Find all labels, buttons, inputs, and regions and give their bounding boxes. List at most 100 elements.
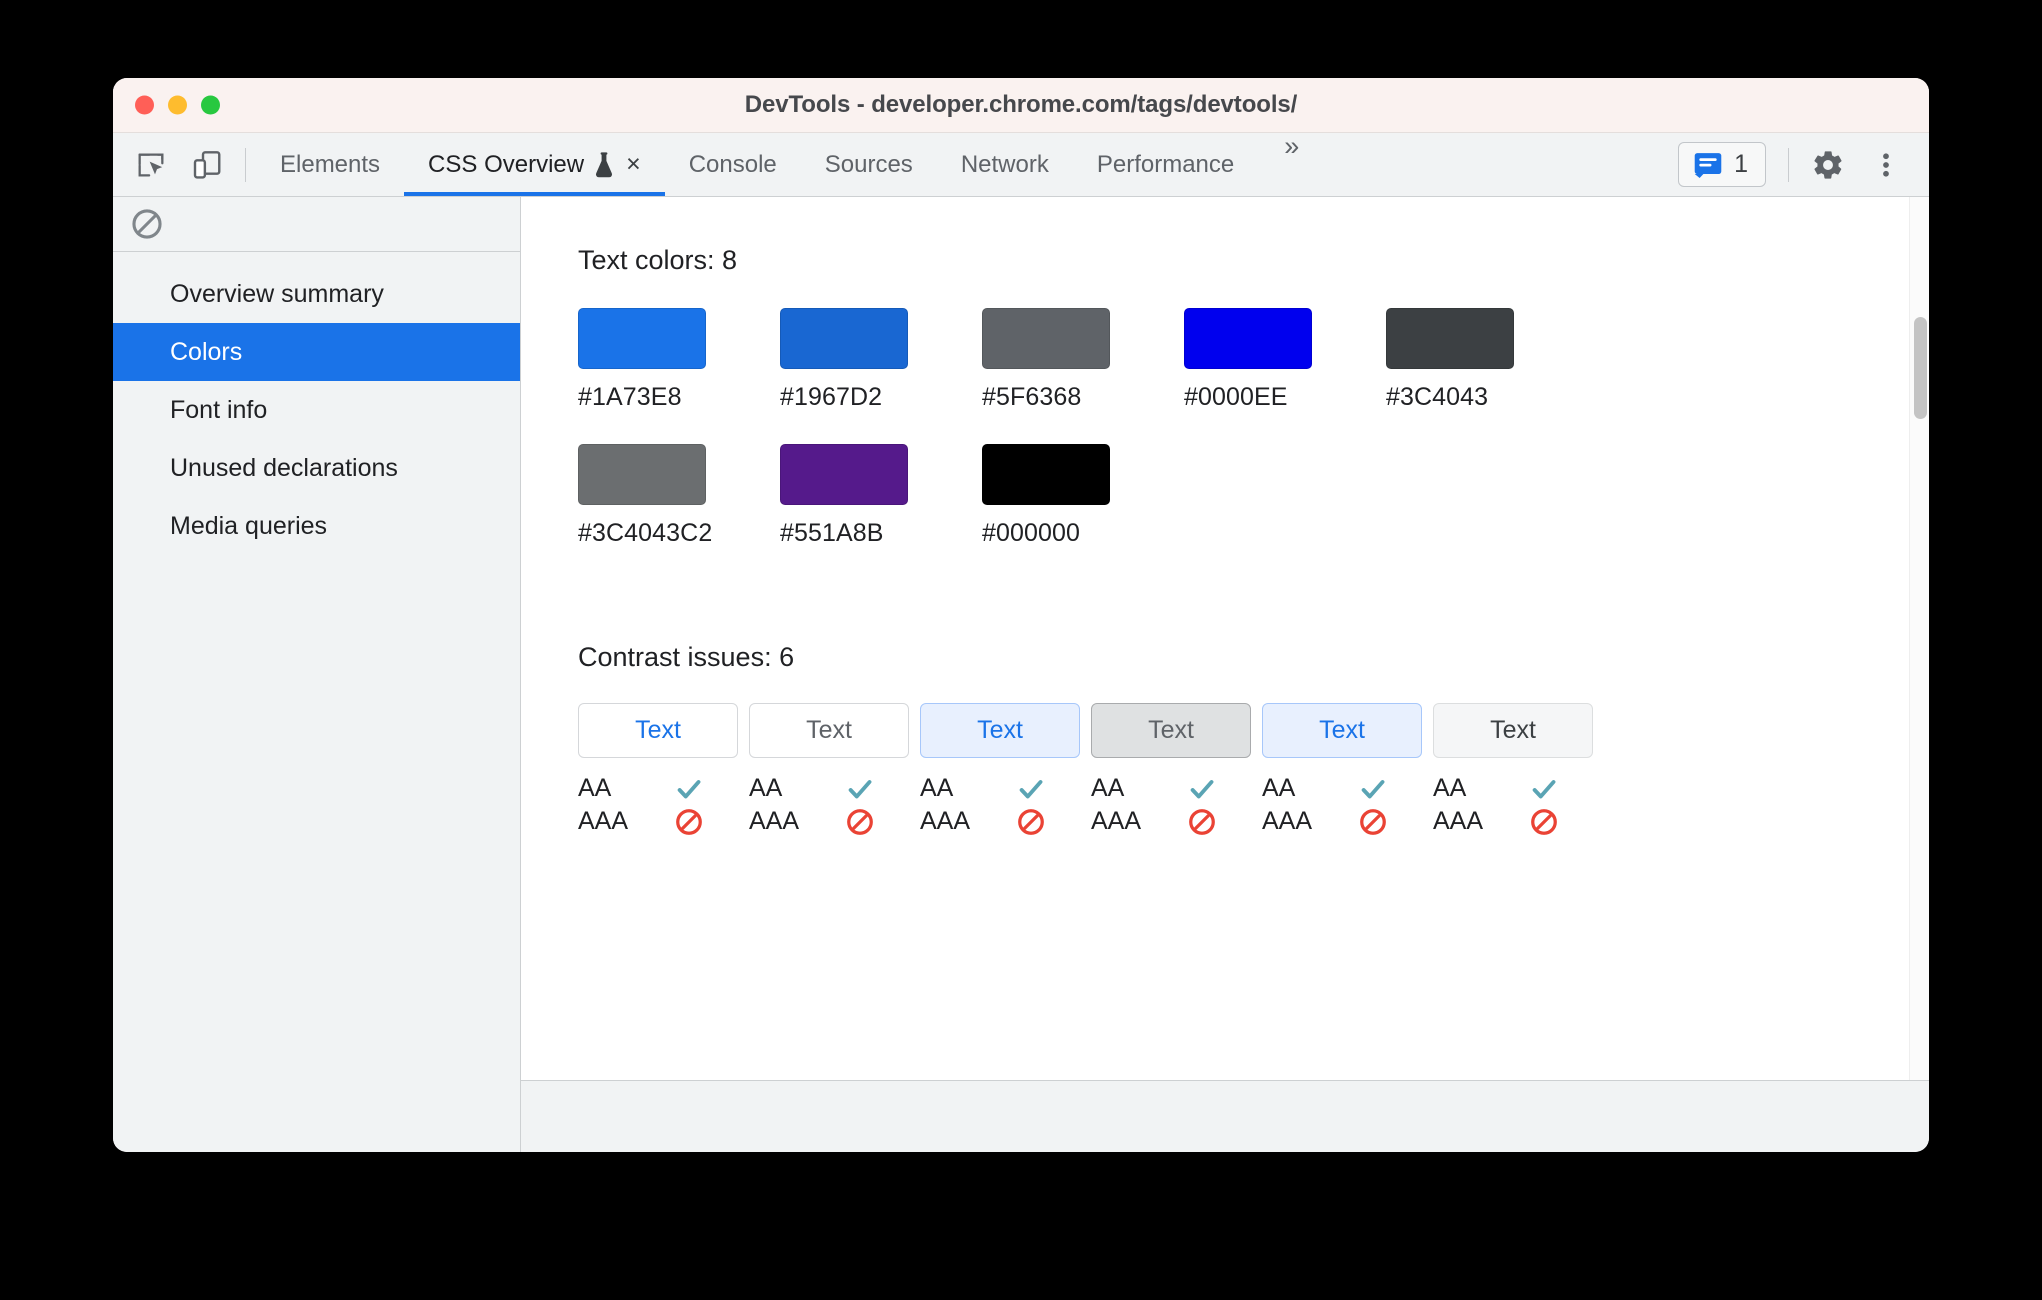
device-toolbar-button[interactable] [179,133,235,196]
contrast-issue-item[interactable]: Text AA AAA [920,703,1091,838]
tab-performance[interactable]: Performance [1073,133,1258,196]
more-tabs-button[interactable]: » [1258,133,1325,196]
color-swatch-item[interactable]: #3C4043C2 [578,444,780,548]
contrast-issues-title: Contrast issues: 6 [578,642,795,672]
contrast-level-rows: AA AAA [578,772,749,838]
traffic-lights [135,95,220,115]
sidebar-item-colors[interactable]: Colors [113,323,520,381]
color-swatch-item[interactable]: #000000 [982,444,1184,548]
contrast-issue-item[interactable]: Text AA AAA [578,703,749,838]
color-swatch[interactable] [780,308,908,369]
contrast-issue-item[interactable]: Text AA AAA [749,703,920,838]
sidebar-item-overview-summary[interactable]: Overview summary [113,265,520,323]
text-colors-title: Text colors: 8 [578,245,738,275]
clear-overview-button[interactable] [130,207,164,241]
contrast-sample-box[interactable]: Text [749,703,909,758]
tab-elements[interactable]: Elements [256,133,404,196]
contrast-issue-item[interactable]: Text AA AAA [1091,703,1262,838]
css-overview-sidebar: Overview summary Colors Font info Unused… [113,197,521,1152]
contrast-level-row-aa: AA [920,772,1091,805]
devtools-window: DevTools - developer.chrome.com/tags/dev… [113,78,1929,1152]
no-entry-icon [1531,808,1557,835]
color-swatch-item[interactable]: #1A73E8 [578,308,780,412]
contrast-level-rows: AA AAA [1091,772,1262,838]
tab-network[interactable]: Network [937,133,1073,196]
sidebar-item-media-queries[interactable]: Media queries [113,497,520,555]
contrast-issue-item[interactable]: Text AA AAA [1433,703,1604,838]
tab-label: CSS Overview [428,150,585,178]
issues-button[interactable]: 1 [1678,142,1766,187]
minimize-window-button[interactable] [168,95,187,115]
contrast-sample-text: Text [1490,716,1536,744]
inspect-element-icon [138,152,164,177]
more-options-button[interactable] [1859,138,1913,192]
close-window-button[interactable] [135,95,154,115]
devtools-drawer [521,1080,1929,1152]
contrast-sample-box[interactable]: Text [1433,703,1593,758]
color-swatch[interactable] [1386,308,1514,369]
checkmark-icon [1532,779,1556,798]
contrast-pass-mark [845,774,875,804]
contrast-fail-mark [1358,807,1388,837]
color-swatch-label: #0000EE [1184,383,1288,411]
devtools-toolbar: Elements CSS Overview × Console Sources … [113,133,1929,197]
sidebar-item-font-info[interactable]: Font info [113,381,520,439]
contrast-fail-mark [1187,807,1217,837]
color-swatch-item[interactable]: #5F6368 [982,308,1184,412]
window-titlebar: DevTools - developer.chrome.com/tags/dev… [113,78,1929,133]
color-swatch[interactable] [780,444,908,505]
tab-sources[interactable]: Sources [801,133,937,196]
contrast-level-label: AAA [1433,807,1484,835]
sidebar-item-unused-declarations[interactable]: Unused declarations [113,439,520,497]
contrast-sample-text: Text [1319,716,1365,744]
contrast-sample-text: Text [806,716,852,744]
close-icon[interactable]: × [626,152,641,177]
color-swatch[interactable] [1184,308,1312,369]
colors-panel: Text colors: 8 #1A73E8 #1967D2 #5F6368 #000… [521,197,1929,1080]
contrast-pass-mark [1358,774,1388,804]
contrast-sample-text: Text [1148,716,1194,744]
no-entry-icon [1189,808,1215,835]
color-swatch-item[interactable]: #551A8B [780,444,982,548]
contrast-sample-box[interactable]: Text [1262,703,1422,758]
color-swatch[interactable] [982,444,1110,505]
color-swatch[interactable] [982,308,1110,369]
panel-tabs: Elements CSS Overview × Console Sources … [256,133,1325,196]
contrast-level-label: AAA [920,807,971,835]
contrast-level-row-aa: AA [578,772,749,805]
screenshot-root: DevTools - developer.chrome.com/tags/dev… [0,0,2042,1300]
color-swatch-item[interactable]: #0000EE [1184,308,1386,412]
contrast-pass-mark [1187,774,1217,804]
color-swatch[interactable] [578,308,706,369]
flask-icon [593,151,615,178]
color-swatch-item[interactable]: #3C4043 [1386,308,1588,412]
contrast-issue-item[interactable]: Text AA AAA [1262,703,1433,838]
toolbar-divider [245,147,246,182]
maximize-window-button[interactable] [201,95,220,115]
contrast-sample-box[interactable]: Text [920,703,1080,758]
settings-button[interactable] [1801,138,1855,192]
contrast-pass-mark [1016,774,1046,804]
color-swatch-item[interactable]: #1967D2 [780,308,982,412]
contrast-sample-box[interactable]: Text [1091,703,1251,758]
contrast-level-row-aaa: AAA [749,805,920,838]
contrast-sample-box[interactable]: Text [578,703,738,758]
contrast-level-rows: AA AAA [749,772,920,838]
gear-icon [1814,150,1842,179]
contrast-level-row-aa: AA [1433,772,1604,805]
color-swatch[interactable] [578,444,706,505]
contrast-level-label: AA [920,774,954,802]
tab-css-overview[interactable]: CSS Overview × [404,133,665,196]
scrollbar-thumb[interactable] [1914,317,1927,419]
contrast-level-row-aaa: AAA [1262,805,1433,838]
window-title: DevTools - developer.chrome.com/tags/dev… [744,91,1298,118]
contrast-issues-grid: Text AA AAA Text AA AAA Text AA AAA Text AA AAA Text… [578,703,1608,878]
main-column: Text colors: 8 #1A73E8 #1967D2 #5F6368 #000… [521,197,1929,1152]
contrast-sample-text: Text [977,716,1023,744]
color-swatch-label: #5F6368 [982,383,1082,411]
tab-console[interactable]: Console [665,133,801,196]
vertical-scrollbar[interactable] [1909,197,1929,1080]
inspect-element-button[interactable] [123,133,179,196]
contrast-pass-mark [1529,774,1559,804]
contrast-level-row-aaa: AAA [578,805,749,838]
